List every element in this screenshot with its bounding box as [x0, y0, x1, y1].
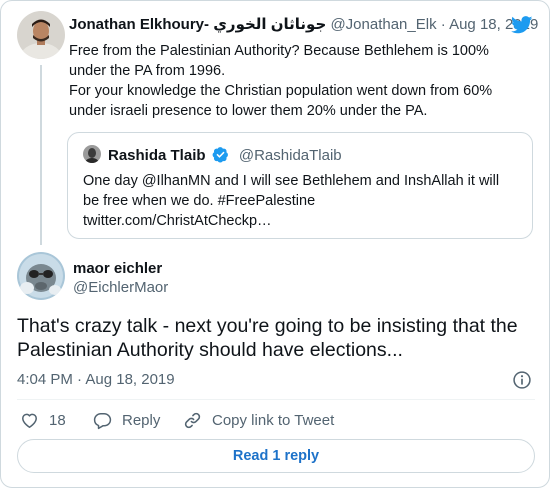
author-handle-date[interactable]: @Jonathan_Elk · Aug 18, 2019 — [330, 16, 538, 33]
divider — [17, 399, 535, 400]
text-line: That's crazy talk - next you're going to… — [17, 315, 518, 337]
thread-connector-line — [40, 65, 42, 245]
author-name[interactable]: maor eichler — [73, 260, 162, 278]
like-count: 18 — [49, 411, 66, 429]
quoted-tweet-text: One day @IlhanMN and I will see Bethlehe… — [83, 171, 523, 231]
twitter-bird-icon[interactable] — [511, 16, 533, 34]
text-line: be free when we do. #FreePalestine — [83, 193, 316, 209]
author-handle[interactable]: @EichlerMaor — [73, 279, 168, 297]
reply-button[interactable]: Reply — [93, 409, 160, 431]
like-button[interactable]: 18 — [20, 409, 66, 431]
tweet-text: That's crazy talk - next you're going to… — [17, 314, 542, 362]
tweet-embed-card: Jonathan Elkhoury- جوناثان الخوري @Jonat… — [0, 0, 550, 488]
text-line: under the PA from 1996. — [69, 63, 226, 79]
avatar[interactable] — [17, 252, 65, 300]
copy-link-button[interactable]: Copy link to Tweet — [183, 409, 334, 431]
author-handle[interactable]: @RashidaTlaib — [239, 147, 342, 164]
tweet-text: Free from the Palestinian Authority? Bec… — [69, 41, 537, 121]
read-replies-button[interactable]: Read 1 reply — [17, 439, 535, 473]
read-replies-label: Read 1 reply — [232, 448, 320, 464]
text-line: Palestinian Authority should have electi… — [17, 339, 403, 361]
text-line: Free from the Palestinian Authority? Bec… — [69, 43, 489, 59]
verified-badge-icon — [212, 147, 228, 163]
tweet-timestamp[interactable]: 4:04 PM · Aug 18, 2019 — [17, 371, 175, 389]
author-name[interactable]: Rashida Tlaib — [108, 147, 206, 164]
text-line: One day @IlhanMN and I will see Bethlehe… — [83, 173, 500, 189]
text-line[interactable]: twitter.com/ChristAtCheckp… — [83, 211, 523, 231]
quoted-author-line: Rashida Tlaib @RashidaTlaib — [108, 146, 342, 165]
avatar[interactable] — [17, 11, 65, 59]
copy-link-label: Copy link to Tweet — [212, 411, 335, 429]
quoted-tweet[interactable]: Rashida Tlaib @RashidaTlaib One day @Ilh… — [67, 132, 533, 239]
link-icon — [184, 412, 201, 428]
text-line: under israeli presence to lower them 20%… — [69, 103, 428, 119]
heart-icon — [22, 413, 37, 428]
reply-label: Reply — [122, 411, 161, 429]
reply-icon — [93, 412, 112, 429]
author-name[interactable]: Jonathan Elkhoury- جوناثان الخوري — [69, 16, 326, 33]
avatar[interactable] — [83, 145, 101, 163]
text-line: For your knowledge the Christian populat… — [69, 83, 493, 99]
tweet-author-line: Jonathan Elkhoury- جوناثان الخوري @Jonat… — [69, 15, 538, 35]
info-icon[interactable] — [512, 370, 532, 390]
